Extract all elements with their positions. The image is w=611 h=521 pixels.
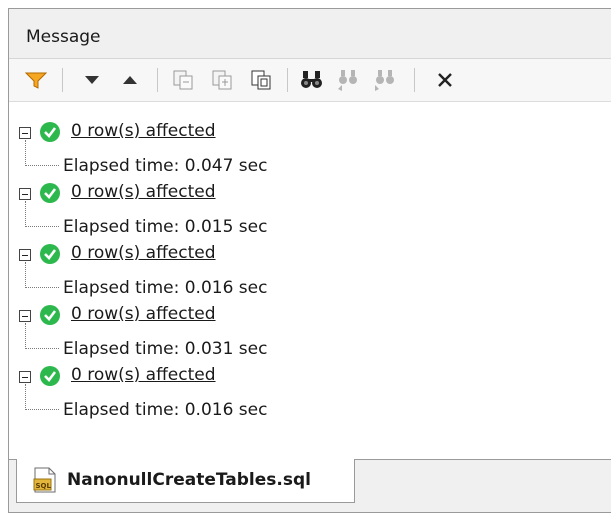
list-item: 0 row(s) affected: [9, 120, 611, 148]
list-item: 0 row(s) affected: [9, 364, 611, 392]
copy-selected-icon: [173, 70, 193, 90]
toolbar-separator: [287, 68, 288, 92]
toolbar-separator: [62, 68, 63, 92]
tree-line: [25, 323, 26, 349]
rows-affected-link[interactable]: 0 row(s) affected: [71, 182, 216, 202]
message-toolbar: [9, 59, 611, 102]
tab-nanonullcreatetables[interactable]: SQL NanonullCreateTables.sql: [16, 459, 355, 503]
next-button[interactable]: [78, 66, 106, 94]
find-next-button[interactable]: [371, 66, 399, 94]
binoculars-prev-icon: [338, 70, 357, 91]
tree-line: [25, 384, 26, 410]
tab-label: NanonullCreateTables.sql: [67, 470, 311, 490]
clear-button[interactable]: [431, 66, 459, 94]
toolbar-separator: [414, 68, 415, 92]
toolbar-separator: [157, 68, 158, 92]
success-icon: [40, 366, 60, 386]
success-icon: [40, 122, 60, 142]
tree-line: [25, 140, 26, 166]
filter-icon: [25, 72, 47, 89]
tree-line: [25, 201, 26, 227]
binoculars-icon: [301, 71, 322, 88]
find-previous-button[interactable]: [334, 66, 362, 94]
list-item: 0 row(s) affected: [9, 242, 611, 270]
collapse-toggle[interactable]: [19, 249, 31, 261]
tree-line: [25, 165, 59, 166]
message-tree: 0 row(s) affected Elapsed time: 0.047 se…: [9, 102, 611, 460]
message-panel: Message 0 row(s) affected Elapsed time: …: [8, 8, 611, 513]
rows-affected-link[interactable]: 0 row(s) affected: [71, 365, 216, 385]
rows-affected-link[interactable]: 0 row(s) affected: [71, 304, 216, 324]
copy-all-icon: [251, 70, 271, 90]
tree-line: [25, 226, 59, 227]
copy-child-icon: [212, 70, 232, 90]
elapsed-time: Elapsed time: 0.016 sec: [63, 400, 268, 420]
tree-line: [25, 262, 26, 288]
arrow-up-icon: [123, 76, 137, 84]
list-item: 0 row(s) affected: [9, 303, 611, 331]
success-icon: [40, 305, 60, 325]
success-icon: [40, 244, 60, 264]
panel-header: Message: [9, 9, 611, 59]
rows-affected-link[interactable]: 0 row(s) affected: [71, 243, 216, 263]
tree-line: [25, 348, 59, 349]
close-icon: [438, 73, 452, 87]
collapse-toggle[interactable]: [19, 188, 31, 200]
collapse-toggle[interactable]: [19, 127, 31, 139]
filter-button[interactable]: [22, 66, 50, 94]
elapsed-time: Elapsed time: 0.016 sec: [63, 278, 268, 298]
sql-file-icon: SQL: [33, 467, 56, 493]
collapse-toggle[interactable]: [19, 371, 31, 383]
svg-text:SQL: SQL: [36, 482, 52, 490]
collapse-toggle[interactable]: [19, 310, 31, 322]
success-icon: [40, 183, 60, 203]
tab-bar: SQL NanonullCreateTables.sql: [9, 459, 611, 512]
previous-button[interactable]: [116, 66, 144, 94]
copy-child-button[interactable]: [208, 66, 236, 94]
elapsed-time: Elapsed time: 0.031 sec: [63, 339, 268, 359]
elapsed-time: Elapsed time: 0.015 sec: [63, 217, 268, 237]
list-item: 0 row(s) affected: [9, 181, 611, 209]
tree-line: [25, 409, 59, 410]
arrow-down-icon: [85, 76, 99, 84]
tree-line: [25, 287, 59, 288]
find-button[interactable]: [298, 66, 326, 94]
elapsed-time: Elapsed time: 0.047 sec: [63, 156, 268, 176]
copy-all-button[interactable]: [247, 66, 275, 94]
copy-selected-button[interactable]: [169, 66, 197, 94]
rows-affected-link[interactable]: 0 row(s) affected: [71, 121, 216, 141]
binoculars-next-icon: [375, 70, 394, 91]
panel-title: Message: [26, 27, 101, 47]
